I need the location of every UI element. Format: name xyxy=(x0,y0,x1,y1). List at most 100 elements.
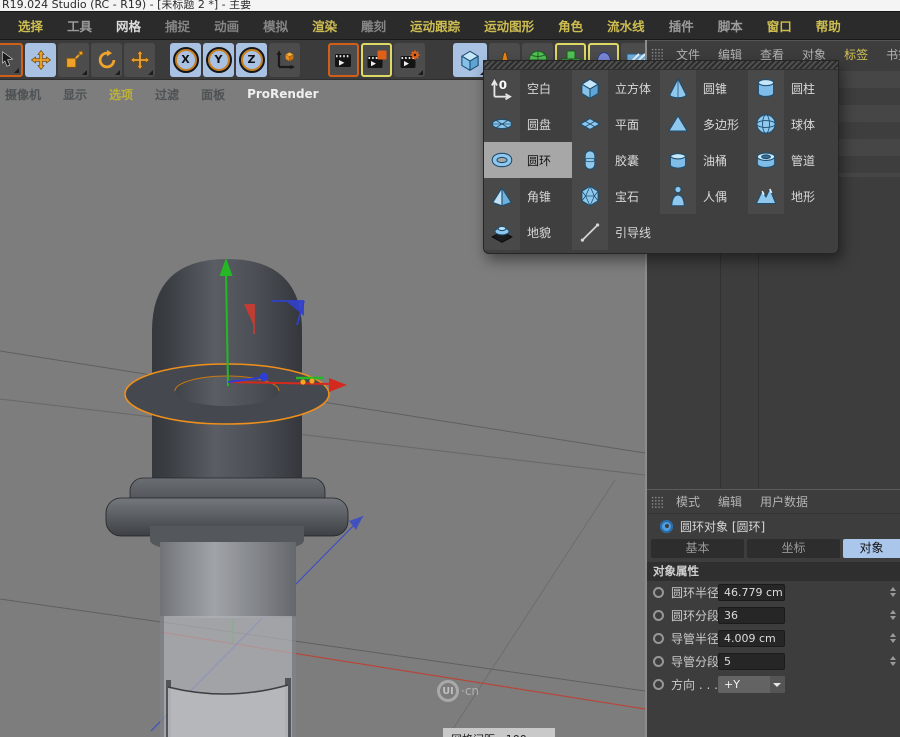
menu-script[interactable]: 脚本 xyxy=(706,16,755,35)
pipe-segments-input[interactable]: 5 xyxy=(718,653,785,670)
menu-motion-tracker[interactable]: 运动跟踪 xyxy=(398,16,472,35)
keyframe-circle-icon[interactable] xyxy=(653,587,664,598)
attribute-manager: 模式 编辑 用户数据 圆环对象 [圆环] 基本 坐标 对象 对象属性 圆环半径 … xyxy=(647,489,900,737)
guide-icon xyxy=(572,214,608,250)
primitive-oil-tank[interactable]: 油桶 xyxy=(660,142,748,178)
render-view-button[interactable] xyxy=(328,43,359,77)
primitive-polygon[interactable]: 多边形 xyxy=(660,106,748,142)
render-picture-viewer-button[interactable] xyxy=(361,43,392,77)
primitive-gem[interactable]: 宝石 xyxy=(572,178,660,214)
om-menu-bookmarks[interactable]: 书签 xyxy=(877,46,900,63)
render-picture-viewer-icon xyxy=(365,48,389,72)
watermark-logo-icon: UI xyxy=(437,680,459,702)
stepper-arrows-icon[interactable] xyxy=(890,587,897,598)
scale-tool-button[interactable] xyxy=(58,43,89,77)
viewport-menu-prorender[interactable]: ProRender xyxy=(236,87,330,101)
tab-coordinates[interactable]: 坐标 xyxy=(747,539,840,558)
primitive-figure[interactable]: 人偶 xyxy=(660,178,748,214)
menu-tools[interactable]: 工具 xyxy=(55,16,104,35)
object-title: 圆环对象 [圆环] xyxy=(680,518,765,535)
viewport-menu-options[interactable]: 选项 xyxy=(98,86,144,103)
sphere-icon xyxy=(748,106,784,142)
menu-mograph[interactable]: 运动图形 xyxy=(472,16,546,35)
edit-render-settings-button[interactable] xyxy=(394,43,425,77)
primitive-cone[interactable]: 圆锥 xyxy=(660,70,748,106)
svg-text:0: 0 xyxy=(499,78,507,92)
stepper-arrows-icon[interactable] xyxy=(890,610,897,621)
menu-pipeline[interactable]: 流水线 xyxy=(595,16,657,35)
menu-character[interactable]: 角色 xyxy=(546,16,595,35)
primitive-sphere[interactable]: 球体 xyxy=(748,106,838,142)
primitive-relief[interactable]: 地貌 xyxy=(484,214,572,250)
menu-help[interactable]: 帮助 xyxy=(804,16,853,35)
attribute-tabs: 基本 坐标 对象 xyxy=(647,538,900,560)
pipe-radius-input[interactable]: 4.009 cm xyxy=(718,630,785,647)
lock-y-axis-button[interactable]: Y xyxy=(203,43,234,77)
primitive-terrain[interactable]: 地形 xyxy=(748,178,838,214)
coordinate-system-button[interactable] xyxy=(269,43,300,77)
primitive-pyramid[interactable]: 角锥 xyxy=(484,178,572,214)
grid-spacing-tooltip: 网格间距 : 100 cm xyxy=(443,728,555,737)
property-row-ring-radius: 圆环半径 46.779 cm xyxy=(647,581,900,604)
relief-icon xyxy=(484,214,520,250)
menu-render[interactable]: 渲染 xyxy=(300,16,349,35)
om-menu-tags[interactable]: 标签 xyxy=(835,46,877,63)
menu-select[interactable]: 选择 xyxy=(6,16,55,35)
window-title: R19.024 Studio (RC - R19) - [未标题 2 *] - … xyxy=(2,0,900,11)
menu-plugins[interactable]: 插件 xyxy=(657,16,706,35)
attr-menu-edit[interactable]: 编辑 xyxy=(709,493,751,510)
menu-snap[interactable]: 捕捉 xyxy=(153,16,202,35)
tab-basic[interactable]: 基本 xyxy=(651,539,744,558)
grip-icon[interactable] xyxy=(651,496,664,508)
primitive-cylinder[interactable]: 圆柱 xyxy=(748,70,838,106)
lock-z-axis-button[interactable]: Z xyxy=(236,43,267,77)
move-tool-button[interactable] xyxy=(25,43,56,77)
attr-menu-user-data[interactable]: 用户数据 xyxy=(751,493,817,510)
viewport-menu-panel[interactable]: 面板 xyxy=(190,86,236,103)
ring-segments-input[interactable]: 36 xyxy=(718,607,785,624)
keyframe-circle-icon[interactable] xyxy=(653,633,664,644)
primitive-guide[interactable]: 引导线 xyxy=(572,214,660,250)
stepper-arrows-icon[interactable] xyxy=(890,656,897,667)
primitive-disc[interactable]: 圆盘 xyxy=(484,106,572,142)
property-row-orientation: 方向 . . . +Y xyxy=(647,673,900,696)
pyramid-icon xyxy=(484,178,520,214)
cube-icon xyxy=(572,70,608,106)
viewport-menu-filter[interactable]: 过滤 xyxy=(144,86,190,103)
attr-menu-mode[interactable]: 模式 xyxy=(667,493,709,510)
dropdown-drag-handle[interactable] xyxy=(484,61,838,70)
keyframe-circle-icon[interactable] xyxy=(653,656,664,667)
primitive-torus[interactable]: 圆环 xyxy=(484,142,572,178)
primitive-capsule[interactable]: 胶囊 xyxy=(572,142,660,178)
lock-x-axis-button[interactable]: X xyxy=(170,43,201,77)
live-selection-button[interactable] xyxy=(0,43,23,77)
add-primitive-button[interactable] xyxy=(453,43,487,77)
cursor-icon xyxy=(0,49,19,71)
null-icon: 0 xyxy=(484,70,520,106)
primitive-tube[interactable]: 管道 xyxy=(748,142,838,178)
axis-move-button[interactable] xyxy=(124,43,155,77)
tab-object[interactable]: 对象 xyxy=(843,539,900,558)
plane-icon xyxy=(572,106,608,142)
rotate-tool-button[interactable] xyxy=(91,43,122,77)
primitive-null[interactable]: 0 空白 xyxy=(484,70,572,106)
menu-sculpt[interactable]: 雕刻 xyxy=(349,16,398,35)
grip-icon[interactable] xyxy=(651,48,664,60)
stepper-arrows-icon[interactable] xyxy=(890,633,897,644)
torus-handle-dot xyxy=(300,379,305,384)
viewport-menu-cameras[interactable]: 摄像机 xyxy=(0,86,52,103)
ring-radius-input[interactable]: 46.779 cm xyxy=(718,584,785,601)
menu-animate[interactable]: 动画 xyxy=(202,16,251,35)
viewport-menu-display[interactable]: 显示 xyxy=(52,86,98,103)
menu-mesh[interactable]: 网格 xyxy=(104,16,153,35)
orientation-dropdown[interactable]: +Y xyxy=(718,676,785,693)
keyframe-circle-icon[interactable] xyxy=(653,610,664,621)
primitive-plane[interactable]: 平面 xyxy=(572,106,660,142)
property-row-ring-segments: 圆环分段 36 xyxy=(647,604,900,627)
keyframe-circle-icon[interactable] xyxy=(653,679,664,690)
render-settings-icon xyxy=(398,48,422,72)
property-row-pipe-segments: 导管分段 5 xyxy=(647,650,900,673)
menu-simulate[interactable]: 模拟 xyxy=(251,16,300,35)
primitive-cube[interactable]: 立方体 xyxy=(572,70,660,106)
menu-window[interactable]: 窗口 xyxy=(755,16,804,35)
